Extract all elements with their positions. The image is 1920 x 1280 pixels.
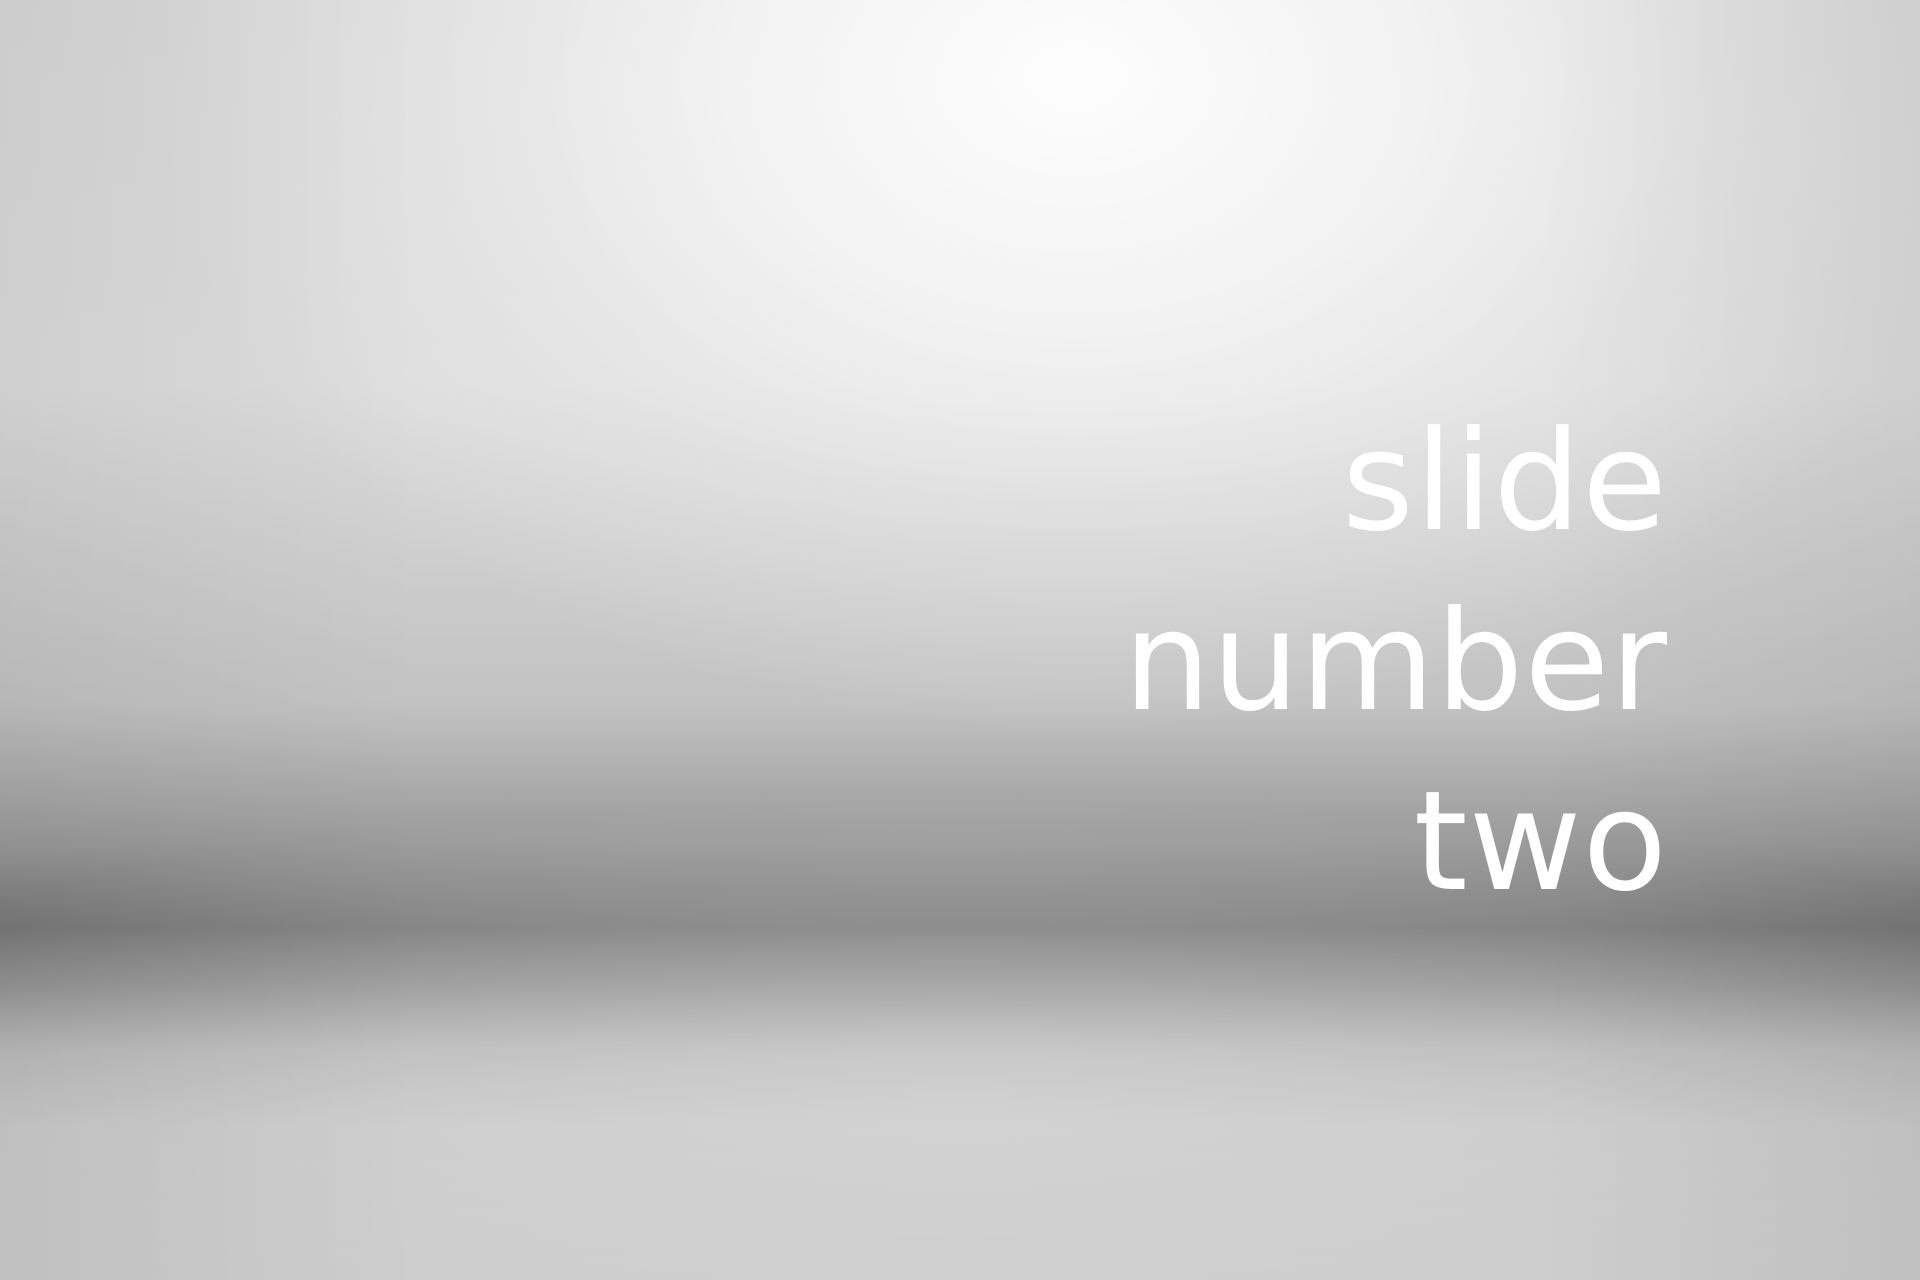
slide-title-line-1: slide (1341, 401, 1668, 562)
slide: slide number two (0, 0, 1920, 1280)
slide-title-line-2: number (1123, 581, 1668, 742)
slide-title: slide number two (1123, 392, 1668, 932)
slide-title-line-3: two (1413, 761, 1668, 922)
